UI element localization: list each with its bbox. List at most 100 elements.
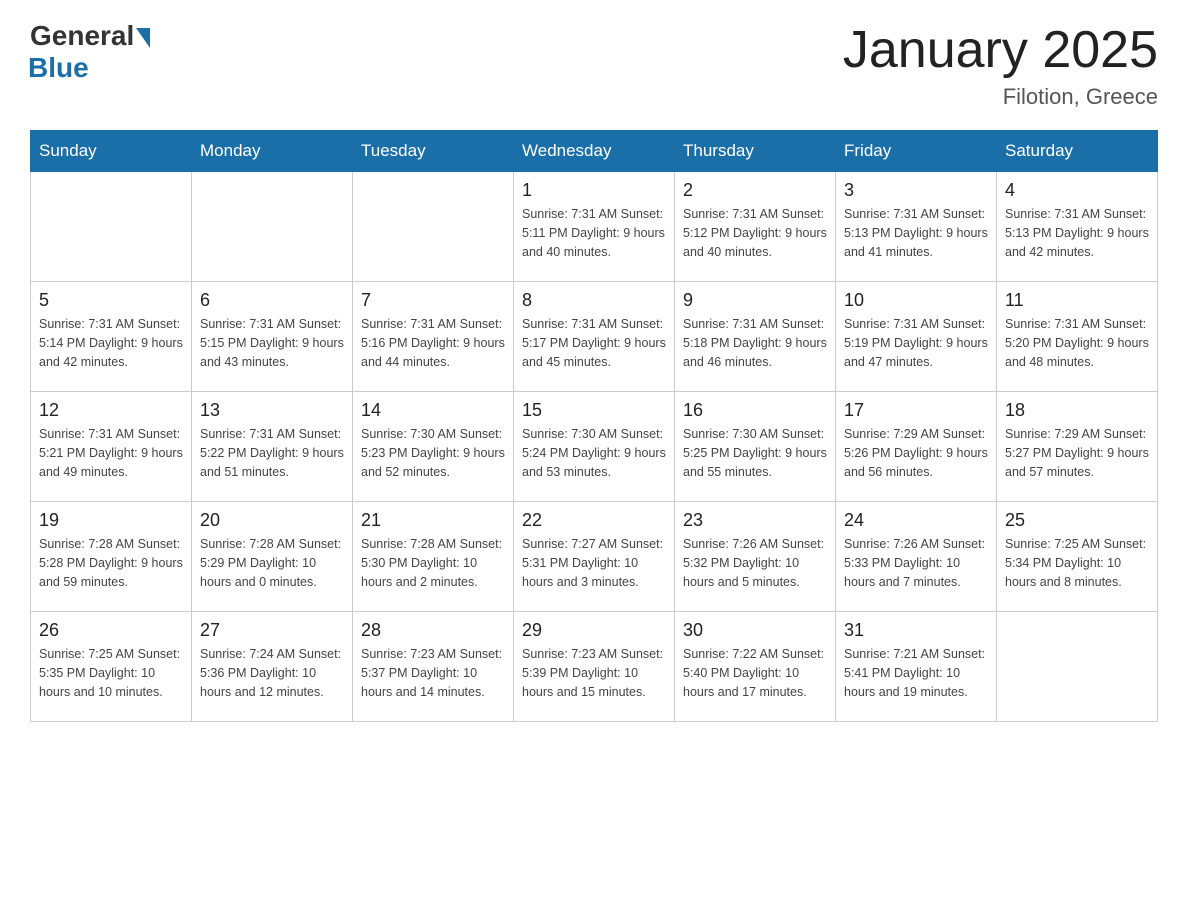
cell-info-text: Sunrise: 7:29 AM Sunset: 5:27 PM Dayligh… (1005, 425, 1149, 481)
calendar-cell: 24 Sunrise: 7:26 AM Sunset: 5:33 PM Dayli… (836, 502, 997, 612)
day-of-week-header: Monday (192, 131, 353, 172)
cell-info-text: Sunrise: 7:25 AM Sunset: 5:35 PM Dayligh… (39, 645, 183, 701)
cell-day-number: 20 (200, 510, 344, 531)
cell-day-number: 26 (39, 620, 183, 641)
cell-info-text: Sunrise: 7:22 AM Sunset: 5:40 PM Dayligh… (683, 645, 827, 701)
cell-info-text: Sunrise: 7:28 AM Sunset: 5:30 PM Dayligh… (361, 535, 505, 591)
calendar-cell: 1 Sunrise: 7:31 AM Sunset: 5:11 PM Daylig… (514, 172, 675, 282)
cell-day-number: 10 (844, 290, 988, 311)
cell-day-number: 28 (361, 620, 505, 641)
cell-info-text: Sunrise: 7:29 AM Sunset: 5:26 PM Dayligh… (844, 425, 988, 481)
cell-day-number: 23 (683, 510, 827, 531)
cell-info-text: Sunrise: 7:30 AM Sunset: 5:24 PM Dayligh… (522, 425, 666, 481)
cell-info-text: Sunrise: 7:31 AM Sunset: 5:13 PM Dayligh… (1005, 205, 1149, 261)
cell-info-text: Sunrise: 7:31 AM Sunset: 5:16 PM Dayligh… (361, 315, 505, 371)
calendar-cell: 27Sunrise: 7:24 AM Sunset: 5:36 PM Dayli… (192, 612, 353, 722)
cell-day-number: 5 (39, 290, 183, 311)
calendar-cell: 22 Sunrise: 7:27 AM Sunset: 5:31 PM Dayli… (514, 502, 675, 612)
calendar-cell: 26 Sunrise: 7:25 AM Sunset: 5:35 PM Dayli… (31, 612, 192, 722)
cell-day-number: 19 (39, 510, 183, 531)
calendar-cell: 23 Sunrise: 7:26 AM Sunset: 5:32 PM Dayli… (675, 502, 836, 612)
calendar-week-row: 26 Sunrise: 7:25 AM Sunset: 5:35 PM Dayli… (31, 612, 1158, 722)
cell-info-text: Sunrise: 7:26 AM Sunset: 5:33 PM Dayligh… (844, 535, 988, 591)
cell-info-text: Sunrise: 7:23 AM Sunset: 5:39 PM Dayligh… (522, 645, 666, 701)
cell-day-number: 31 (844, 620, 988, 641)
calendar-cell: 30Sunrise: 7:22 AM Sunset: 5:40 PM Dayli… (675, 612, 836, 722)
cell-day-number: 17 (844, 400, 988, 421)
cell-day-number: 12 (39, 400, 183, 421)
cell-day-number: 22 (522, 510, 666, 531)
calendar-cell (31, 172, 192, 282)
calendar-cell: 4 Sunrise: 7:31 AM Sunset: 5:13 PM Daylig… (997, 172, 1158, 282)
logo-general-text: General (30, 20, 134, 52)
cell-day-number: 2 (683, 180, 827, 201)
calendar-cell: 25 Sunrise: 7:25 AM Sunset: 5:34 PM Dayli… (997, 502, 1158, 612)
cell-day-number: 13 (200, 400, 344, 421)
cell-info-text: Sunrise: 7:31 AM Sunset: 5:22 PM Dayligh… (200, 425, 344, 481)
calendar-cell: 9 Sunrise: 7:31 AM Sunset: 5:18 PM Daylig… (675, 282, 836, 392)
calendar-cell: 5 Sunrise: 7:31 AM Sunset: 5:14 PM Daylig… (31, 282, 192, 392)
cell-info-text: Sunrise: 7:31 AM Sunset: 5:13 PM Dayligh… (844, 205, 988, 261)
day-of-week-header: Friday (836, 131, 997, 172)
logo: General Blue (30, 20, 150, 84)
calendar-cell: 31 Sunrise: 7:21 AM Sunset: 5:41 PM Dayli… (836, 612, 997, 722)
cell-info-text: Sunrise: 7:31 AM Sunset: 5:14 PM Dayligh… (39, 315, 183, 371)
cell-info-text: Sunrise: 7:23 AM Sunset: 5:37 PM Dayligh… (361, 645, 505, 701)
page-header: General Blue January 2025 Filotion, Gree… (30, 20, 1158, 110)
cell-day-number: 29 (522, 620, 666, 641)
calendar-cell: 18Sunrise: 7:29 AM Sunset: 5:27 PM Dayli… (997, 392, 1158, 502)
calendar-cell: 6Sunrise: 7:31 AM Sunset: 5:15 PM Daylig… (192, 282, 353, 392)
cell-info-text: Sunrise: 7:25 AM Sunset: 5:34 PM Dayligh… (1005, 535, 1149, 591)
calendar-cell: 17 Sunrise: 7:29 AM Sunset: 5:26 PM Dayli… (836, 392, 997, 502)
calendar-cell: 11Sunrise: 7:31 AM Sunset: 5:20 PM Dayli… (997, 282, 1158, 392)
cell-day-number: 27 (200, 620, 344, 641)
calendar-cell (997, 612, 1158, 722)
cell-info-text: Sunrise: 7:31 AM Sunset: 5:20 PM Dayligh… (1005, 315, 1149, 371)
cell-day-number: 4 (1005, 180, 1149, 201)
calendar-cell: 2 Sunrise: 7:31 AM Sunset: 5:12 PM Daylig… (675, 172, 836, 282)
calendar-week-row: 1 Sunrise: 7:31 AM Sunset: 5:11 PM Daylig… (31, 172, 1158, 282)
calendar-cell: 8 Sunrise: 7:31 AM Sunset: 5:17 PM Daylig… (514, 282, 675, 392)
calendar-cell: 16 Sunrise: 7:30 AM Sunset: 5:25 PM Dayli… (675, 392, 836, 502)
cell-info-text: Sunrise: 7:30 AM Sunset: 5:23 PM Dayligh… (361, 425, 505, 481)
cell-day-number: 8 (522, 290, 666, 311)
calendar-cell: 28 Sunrise: 7:23 AM Sunset: 5:37 PM Dayli… (353, 612, 514, 722)
calendar-cell: 3 Sunrise: 7:31 AM Sunset: 5:13 PM Daylig… (836, 172, 997, 282)
cell-day-number: 15 (522, 400, 666, 421)
calendar-cell: 15 Sunrise: 7:30 AM Sunset: 5:24 PM Dayli… (514, 392, 675, 502)
cell-info-text: Sunrise: 7:31 AM Sunset: 5:12 PM Dayligh… (683, 205, 827, 261)
cell-info-text: Sunrise: 7:28 AM Sunset: 5:28 PM Dayligh… (39, 535, 183, 591)
calendar-header-row: SundayMondayTuesdayWednesdayThursdayFrid… (31, 131, 1158, 172)
calendar-cell: 19 Sunrise: 7:28 AM Sunset: 5:28 PM Dayli… (31, 502, 192, 612)
day-of-week-header: Saturday (997, 131, 1158, 172)
cell-day-number: 16 (683, 400, 827, 421)
cell-day-number: 9 (683, 290, 827, 311)
cell-info-text: Sunrise: 7:21 AM Sunset: 5:41 PM Dayligh… (844, 645, 988, 701)
cell-info-text: Sunrise: 7:31 AM Sunset: 5:17 PM Dayligh… (522, 315, 666, 371)
day-of-week-header: Wednesday (514, 131, 675, 172)
cell-info-text: Sunrise: 7:31 AM Sunset: 5:18 PM Dayligh… (683, 315, 827, 371)
cell-info-text: Sunrise: 7:26 AM Sunset: 5:32 PM Dayligh… (683, 535, 827, 591)
calendar-cell: 29 Sunrise: 7:23 AM Sunset: 5:39 PM Dayli… (514, 612, 675, 722)
calendar-week-row: 5 Sunrise: 7:31 AM Sunset: 5:14 PM Daylig… (31, 282, 1158, 392)
cell-info-text: Sunrise: 7:27 AM Sunset: 5:31 PM Dayligh… (522, 535, 666, 591)
calendar-cell (192, 172, 353, 282)
calendar-title: January 2025 (843, 20, 1158, 80)
calendar-cell: 20Sunrise: 7:28 AM Sunset: 5:29 PM Dayli… (192, 502, 353, 612)
cell-day-number: 25 (1005, 510, 1149, 531)
cell-day-number: 1 (522, 180, 666, 201)
cell-info-text: Sunrise: 7:31 AM Sunset: 5:15 PM Dayligh… (200, 315, 344, 371)
cell-info-text: Sunrise: 7:31 AM Sunset: 5:11 PM Dayligh… (522, 205, 666, 261)
calendar-week-row: 12Sunrise: 7:31 AM Sunset: 5:21 PM Dayli… (31, 392, 1158, 502)
cell-info-text: Sunrise: 7:31 AM Sunset: 5:19 PM Dayligh… (844, 315, 988, 371)
calendar-table: SundayMondayTuesdayWednesdayThursdayFrid… (30, 130, 1158, 722)
day-of-week-header: Tuesday (353, 131, 514, 172)
day-of-week-header: Thursday (675, 131, 836, 172)
cell-day-number: 24 (844, 510, 988, 531)
cell-day-number: 14 (361, 400, 505, 421)
calendar-cell: 12Sunrise: 7:31 AM Sunset: 5:21 PM Dayli… (31, 392, 192, 502)
cell-info-text: Sunrise: 7:30 AM Sunset: 5:25 PM Dayligh… (683, 425, 827, 481)
calendar-cell (353, 172, 514, 282)
calendar-cell: 10 Sunrise: 7:31 AM Sunset: 5:19 PM Dayli… (836, 282, 997, 392)
cell-day-number: 3 (844, 180, 988, 201)
